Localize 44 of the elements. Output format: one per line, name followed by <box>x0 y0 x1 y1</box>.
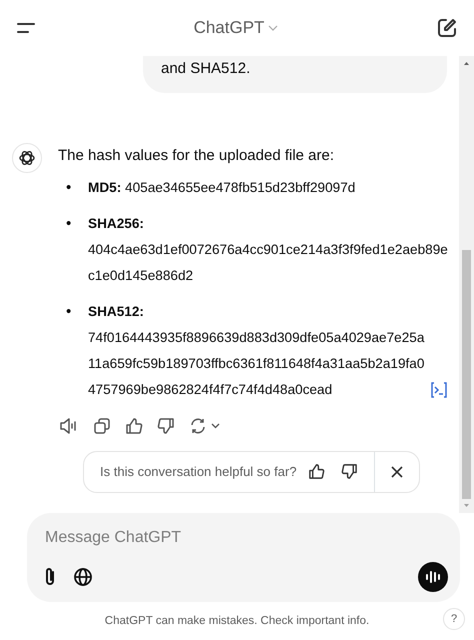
hash-item: SHA512: 74f0164443935f8896639d883d309dfe05a4029ae7e25a11a659fc59b189703ffbc6361f811648f4a31aa5b2a19fa04757969be9862824f4f7c74f4d48a0cead <box>88 302 426 399</box>
scrollbar[interactable] <box>459 56 474 514</box>
thumbs-down-icon <box>157 416 175 435</box>
copy-button[interactable] <box>93 416 111 435</box>
thumbs-up-icon <box>125 416 143 435</box>
copy-icon <box>93 416 111 435</box>
thumbs-up-button[interactable] <box>125 416 143 435</box>
message-input[interactable]: Message ChatGPT <box>43 525 448 552</box>
edit-icon <box>436 17 458 40</box>
thumbs-down-icon <box>341 463 358 480</box>
bullet: • <box>65 214 72 234</box>
model-selector[interactable]: ChatGPT <box>194 17 278 40</box>
assistant-avatar-icon <box>12 142 42 173</box>
speaker-icon <box>59 416 79 435</box>
help-button[interactable]: ? <box>443 608 465 630</box>
message-composer[interactable]: Message ChatGPT <box>27 513 460 602</box>
hash-item: SHA256: 404c4ae63d1ef0072676a4cc901ce214a3f3f9fed1e2aeb89ec1e0d145e886d2 <box>88 214 448 285</box>
close-icon <box>391 466 403 478</box>
chevron-down-icon <box>268 25 278 32</box>
thumbs-down-button[interactable] <box>157 416 175 435</box>
bullet: • <box>65 302 72 322</box>
feedback-thumbs-up-button[interactable] <box>308 463 325 480</box>
view-analysis-button[interactable] <box>430 382 448 398</box>
globe-icon <box>73 567 93 588</box>
sound-wave-icon <box>425 570 441 584</box>
bullet: • <box>65 178 72 198</box>
close-button[interactable] <box>391 466 403 478</box>
caret-icon <box>211 422 220 429</box>
refresh-icon <box>189 416 207 435</box>
attach-button[interactable] <box>43 567 57 588</box>
voice-mode-button[interactable] <box>418 562 448 592</box>
user-message: and SHA512. <box>161 60 250 78</box>
thumbs-up-icon <box>308 463 325 480</box>
disclaimer-text: ChatGPT can make mistakes. Check important info. <box>104 614 370 629</box>
paperclip-icon <box>43 567 57 588</box>
new-chat-button[interactable] <box>436 17 458 40</box>
feedback-question: Is this conversation helpful so far? <box>99 463 298 482</box>
hash-item: MD5: 405ae34655ee478fb515d23bff29097d <box>88 178 356 197</box>
terminal-icon <box>430 382 448 398</box>
read-aloud-button[interactable] <box>59 416 79 435</box>
regenerate-button[interactable] <box>189 416 220 435</box>
message-text: The hash values for the uploaded file are: <box>58 146 336 166</box>
feedback-thumbs-down-button[interactable] <box>341 463 358 480</box>
web-search-button[interactable] <box>73 567 93 588</box>
